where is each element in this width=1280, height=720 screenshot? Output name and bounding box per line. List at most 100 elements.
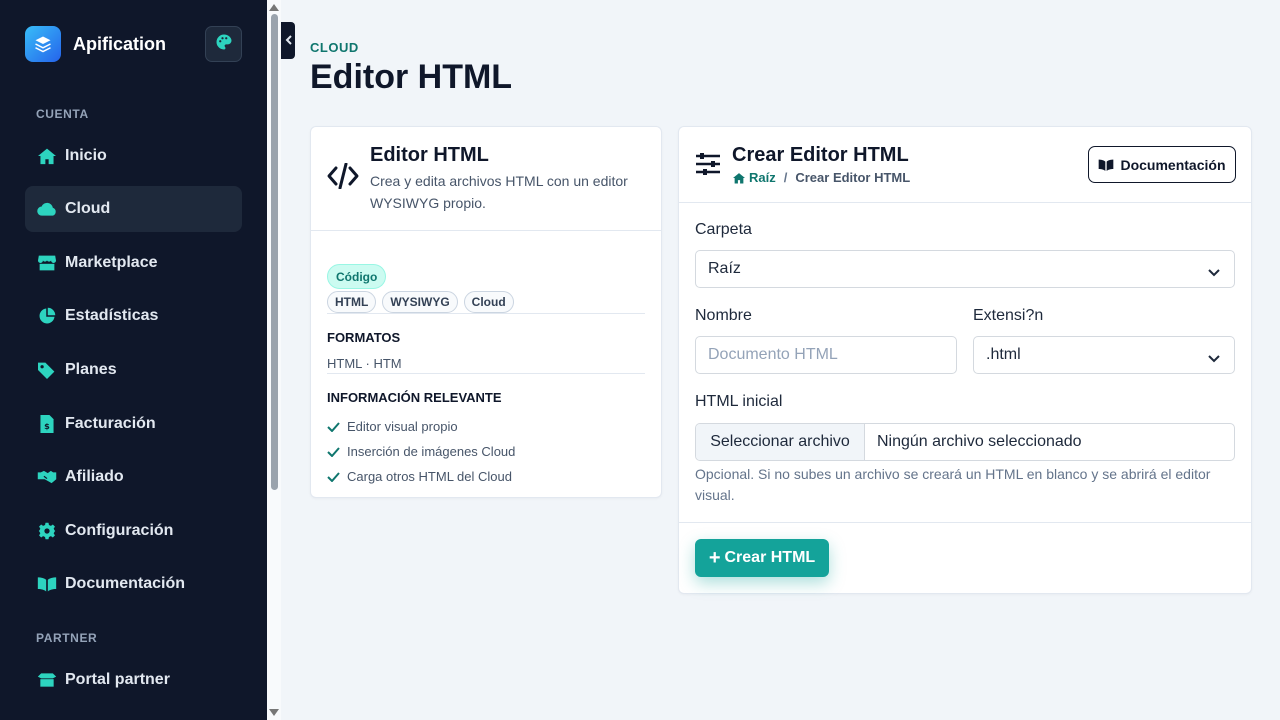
page-title: Editor HTML	[310, 58, 513, 96]
sidebar-item-documentacion[interactable]: Documentación	[25, 561, 242, 607]
sidebar-item-label: Afiliado	[65, 468, 124, 485]
documentation-button[interactable]: Documentación	[1088, 146, 1236, 183]
section-label-cuenta: CUENTA	[36, 107, 89, 121]
tags-icon	[37, 360, 57, 380]
breadcrumb-current: Crear Editor HTML	[795, 170, 911, 185]
sidebar-item-label: Cloud	[65, 200, 111, 217]
info-heading: INFORMACIÓN RELEVANTE	[327, 390, 502, 405]
create-html-button[interactable]: + Crear HTML	[695, 539, 829, 577]
sidebar-item-planes[interactable]: Planes	[25, 347, 242, 393]
sidebar-item-label: Marketplace	[65, 254, 158, 271]
formats-list: HTML · HTM	[327, 356, 402, 371]
app-info-description: Crea y edita archivos HTML con un editor…	[370, 173, 628, 211]
sidebar-item-label: Documentación	[65, 575, 186, 592]
feature-label: Carga otros HTML del Cloud	[347, 469, 512, 484]
app-info-header: Editor HTML Crea y edita archivos HTML c…	[311, 127, 661, 231]
sidebar-item-marketplace[interactable]: Marketplace	[25, 240, 242, 286]
folder-select[interactable]: Raíz	[695, 250, 1235, 288]
folder-select-value: Raíz	[708, 260, 741, 277]
create-form-card: Crear Editor HTML Raíz / Crear Editor HT…	[678, 126, 1252, 594]
divider	[327, 313, 645, 314]
box-open-icon	[37, 670, 57, 690]
feature-label: Editor visual propio	[347, 419, 458, 434]
initial-html-label: HTML inicial	[695, 393, 783, 410]
theme-toggle-button[interactable]	[205, 26, 242, 62]
sidebar: Apification CUENTA Inicio Cloud Marketpl…	[0, 0, 267, 720]
extension-label: Extensi?n	[973, 307, 1044, 324]
breadcrumb: Raíz / Crear Editor HTML	[732, 170, 910, 185]
category-badge: Código	[327, 264, 387, 289]
section-label-partner: PARTNER	[36, 631, 98, 645]
extension-select-value: .html	[986, 346, 1021, 363]
feature-item: Editor visual propio	[327, 414, 515, 439]
formats-heading: FORMATOS	[327, 330, 401, 345]
documentation-button-label: Documentación	[1120, 156, 1226, 173]
book-open-icon	[37, 574, 57, 594]
home-icon	[732, 172, 746, 184]
brand[interactable]: Apification	[25, 26, 166, 62]
sidebar-item-label: Inicio	[65, 147, 107, 164]
create-form-title: Crear Editor HTML	[732, 144, 909, 166]
invoice-icon: $	[37, 414, 57, 434]
sidebar-item-cloud[interactable]: Cloud	[25, 186, 242, 232]
sidebar-item-estadisticas[interactable]: Estadísticas	[25, 293, 242, 339]
tag: HTML	[327, 291, 377, 313]
select-file-button[interactable]: Seleccionar archivo	[696, 424, 865, 460]
sidebar-item-inicio[interactable]: Inicio	[25, 133, 242, 179]
sidebar-item-afiliado[interactable]: Afiliado	[25, 454, 242, 500]
scroll-down-arrow-icon[interactable]	[269, 709, 279, 716]
sidebar-item-label: Planes	[65, 361, 117, 378]
feature-item: Inserción de imágenes Cloud	[327, 439, 515, 464]
initial-html-file-input[interactable]: Seleccionar archivo Ningún archivo selec…	[695, 423, 1235, 461]
check-icon	[327, 446, 341, 457]
create-form-header: Crear Editor HTML Raíz / Crear Editor HT…	[679, 127, 1251, 203]
name-input[interactable]	[695, 336, 957, 374]
handshake-icon	[37, 467, 57, 487]
check-icon	[327, 471, 341, 482]
palette-icon	[215, 33, 233, 56]
collapse-sidebar-button[interactable]	[281, 22, 295, 59]
chevron-down-icon	[1208, 350, 1220, 368]
tag-list: HTML WYSIWYG Cloud	[327, 291, 514, 313]
chevron-left-icon	[285, 32, 292, 50]
create-html-button-label: Crear HTML	[724, 549, 816, 566]
breadcrumb-home-link[interactable]: Raíz	[732, 170, 776, 185]
initial-html-help: Opcional. Si no subes un archivo se crea…	[695, 466, 1211, 503]
sidebar-scrollbar-thumb[interactable]	[271, 14, 278, 490]
divider	[679, 522, 1251, 523]
book-open-icon	[1098, 155, 1114, 175]
breadcrumb-home-label: Raíz	[749, 170, 776, 185]
folder-label: Carpeta	[695, 221, 752, 238]
sidebar-item-portal-partner[interactable]: Portal partner	[25, 657, 242, 703]
sidebar-item-label: Portal partner	[65, 671, 170, 688]
check-icon	[327, 421, 341, 432]
sidebar-item-configuracion[interactable]: Configuración	[25, 508, 242, 554]
tag: Cloud	[463, 291, 514, 313]
code-icon	[327, 162, 359, 194]
file-status: Ningún archivo seleccionado	[877, 433, 1082, 450]
breadcrumb-separator: /	[783, 170, 788, 185]
feature-label: Inserción de imágenes Cloud	[347, 444, 516, 459]
pie-chart-icon	[37, 306, 57, 326]
page-eyebrow: CLOUD	[310, 40, 359, 55]
app-info-title: Editor HTML	[370, 144, 489, 166]
app-info-card: Editor HTML Crea y edita archivos HTML c…	[310, 126, 662, 498]
svg-text:$: $	[44, 421, 50, 431]
sidebar-item-facturacion[interactable]: $ Facturación	[25, 401, 242, 447]
sliders-icon	[695, 152, 721, 181]
sidebar-item-label: Facturación	[65, 415, 156, 432]
chevron-down-icon	[1208, 264, 1220, 282]
brand-name: Apification	[73, 33, 166, 54]
home-icon	[37, 146, 57, 166]
name-label: Nombre	[695, 307, 752, 324]
gear-icon	[37, 521, 57, 541]
feature-item: Carga otros HTML del Cloud	[327, 464, 515, 489]
store-icon	[37, 253, 57, 273]
extension-select[interactable]: .html	[973, 336, 1235, 374]
tag: WYSIWYG	[382, 291, 458, 313]
sidebar-item-label: Configuración	[65, 522, 174, 539]
scroll-up-arrow-icon[interactable]	[269, 4, 279, 11]
feature-list: Editor visual propio Inserción de imágen…	[327, 414, 515, 489]
layers-icon	[25, 26, 61, 62]
plus-icon: +	[708, 547, 721, 569]
